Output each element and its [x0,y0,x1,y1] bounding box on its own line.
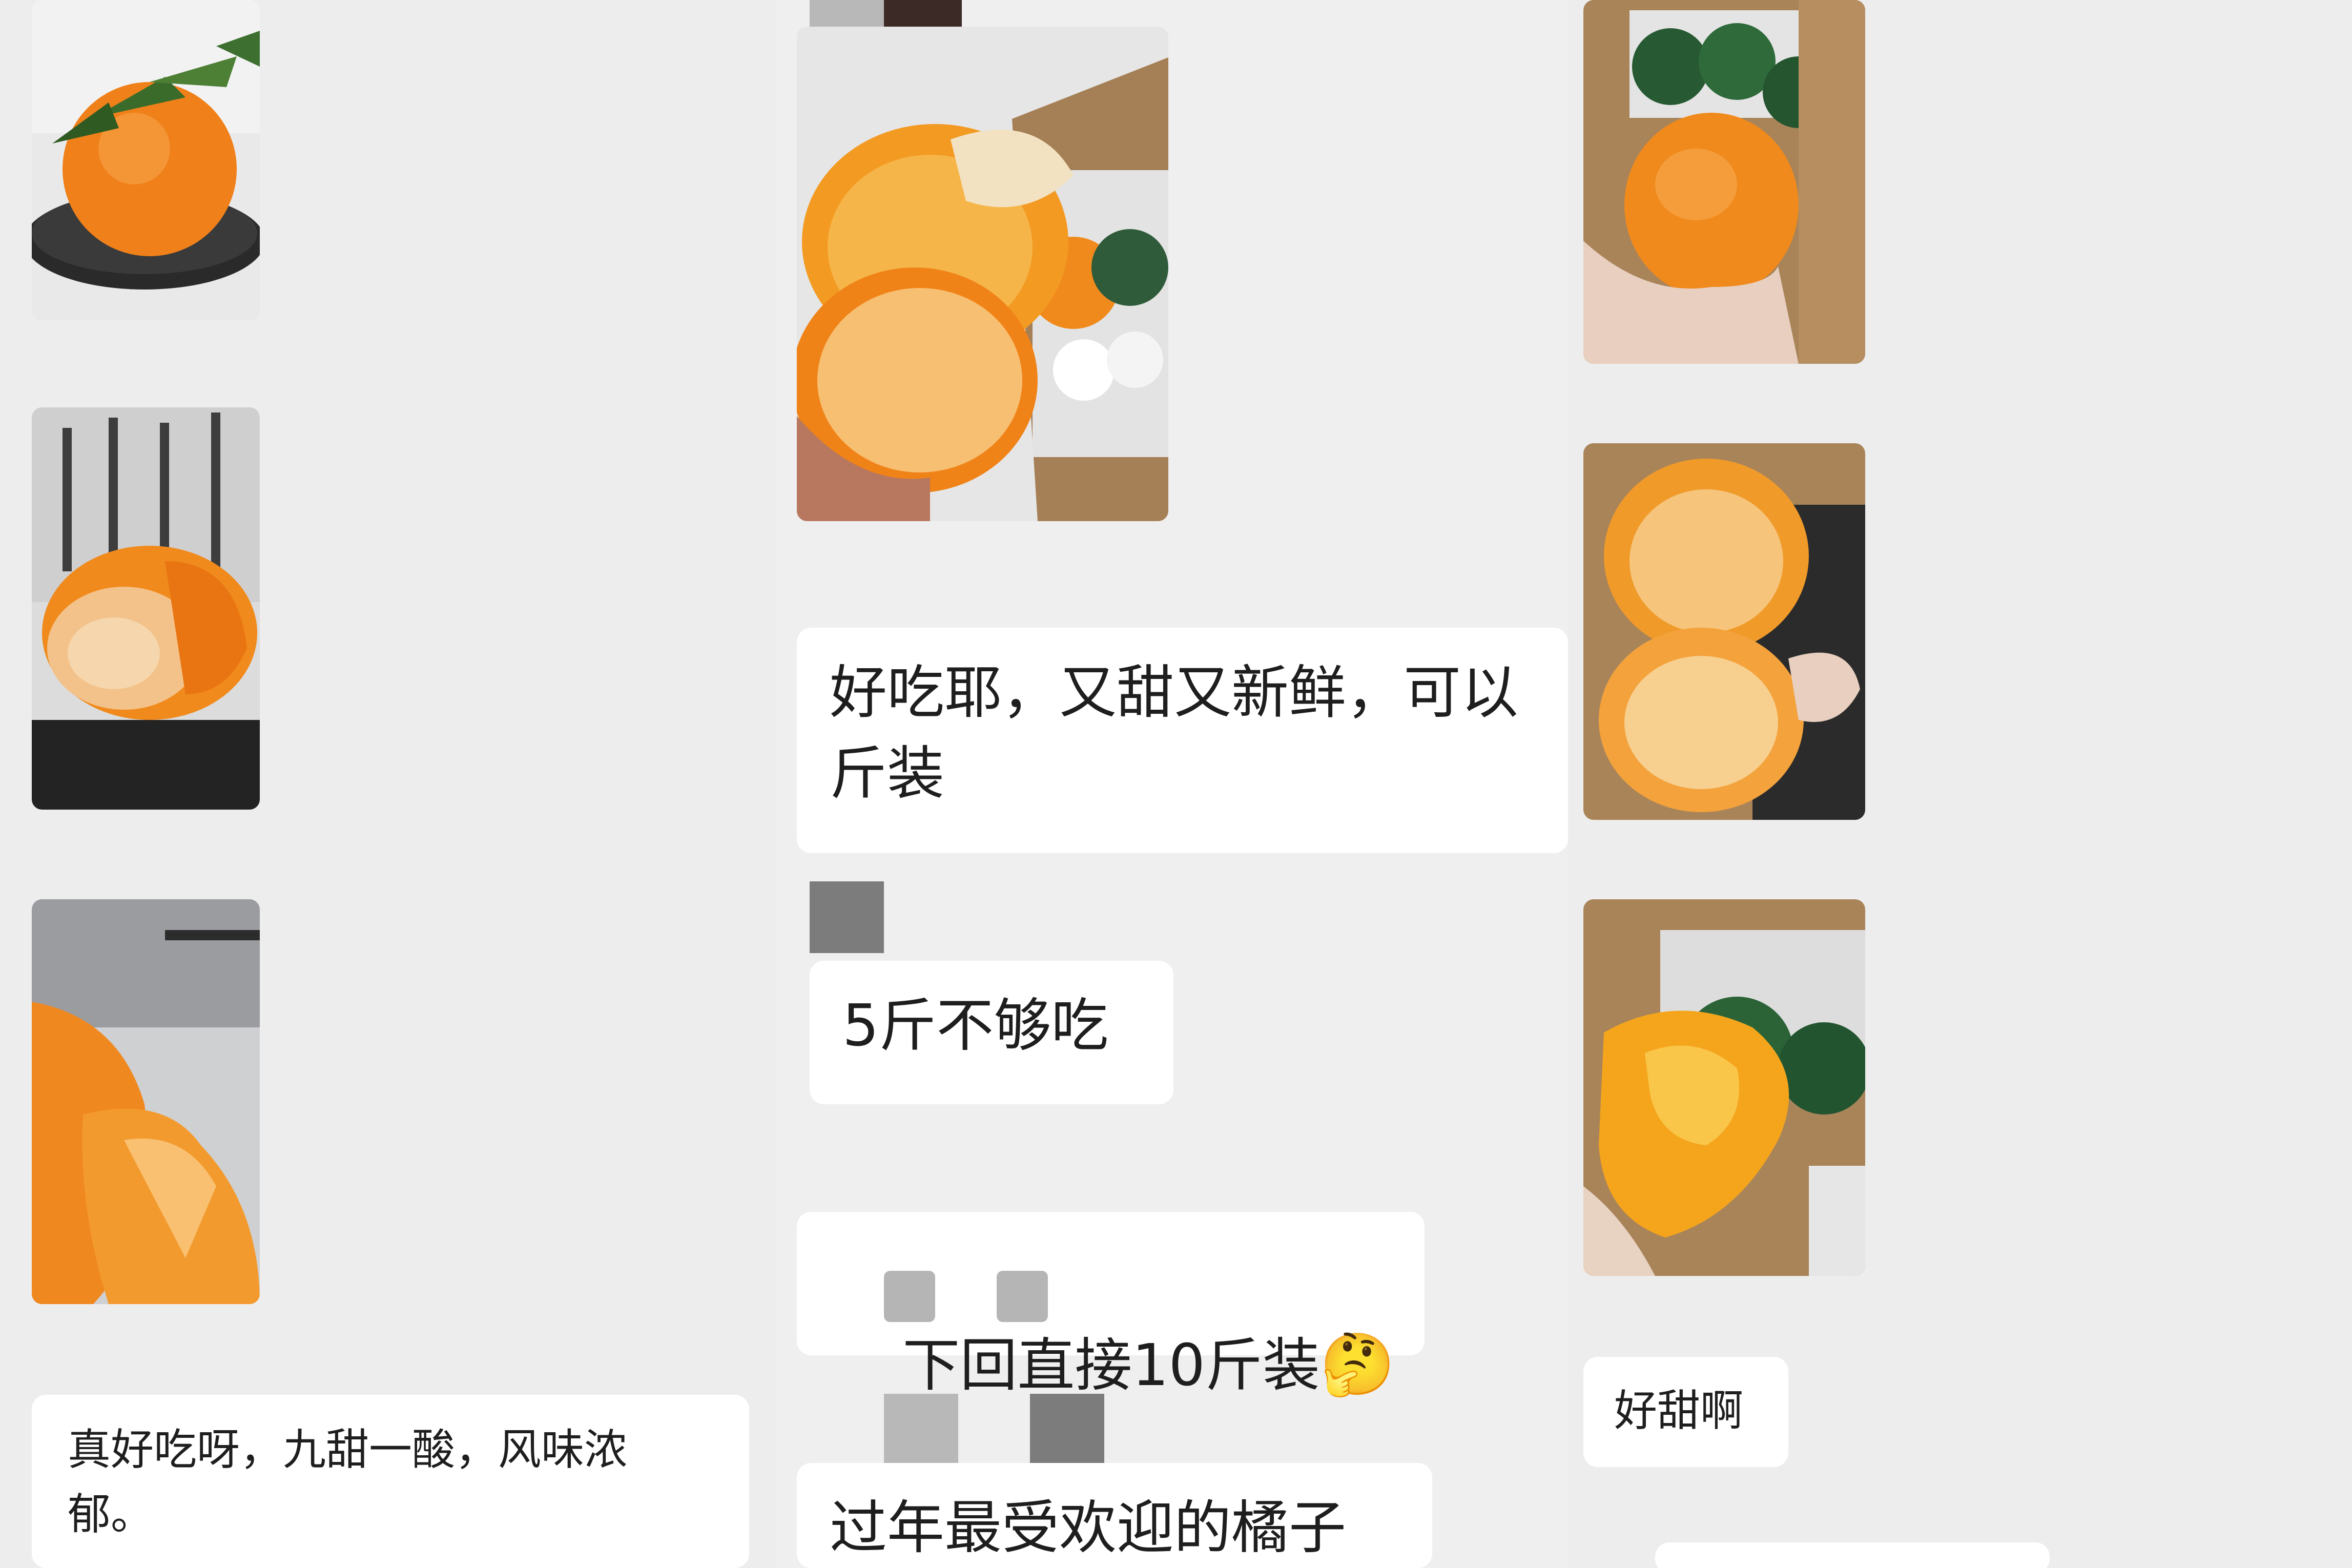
message-bubble-partial [1655,1542,2050,1568]
review-bubble-fresh: 好吃耶，又甜又新鲜，可以 斤装 [797,628,1568,853]
thinking-emoji-icon: 🤔 [1319,1329,1395,1399]
orange-photo-leaves[interactable] [32,0,260,320]
halved-orange-photo[interactable] [1583,443,1865,820]
chat-column-left: 真好吃呀，九甜一酸，风味浓 郁。 [0,0,776,1568]
message-sweet: 好甜啊 [1583,1357,1788,1467]
chat-column-middle: 好吃耶，又甜又新鲜，可以 斤装 5斤不够吃 下回直接10斤装🤔 过年最受欢迎的橘… [776,0,1568,1568]
avatar-blurred [884,1394,958,1466]
message-not-enough: 5斤不够吃 [810,961,1173,1104]
opened-orange-box-photo[interactable] [797,27,1168,521]
avatar-blurred [810,881,884,953]
peeled-orange-photo[interactable] [32,407,260,810]
message-new-year: 过年最受欢迎的橘子 [797,1463,1432,1568]
message-next-time-text: 下回直接10斤装 [902,1332,1320,1399]
orange-segments-photo[interactable] [32,899,260,1304]
chat-column-right: 好甜啊 [1568,0,2352,1568]
peeled-orange-box-photo[interactable] [1583,899,1865,1276]
avatar-blurred [1030,1394,1104,1466]
blur-smudge [997,1271,1048,1322]
blur-smudge [884,1271,935,1322]
hand-holding-orange-photo[interactable] [1583,0,1865,364]
review-bubble-left: 真好吃呀，九甜一酸，风味浓 郁。 [32,1395,749,1568]
